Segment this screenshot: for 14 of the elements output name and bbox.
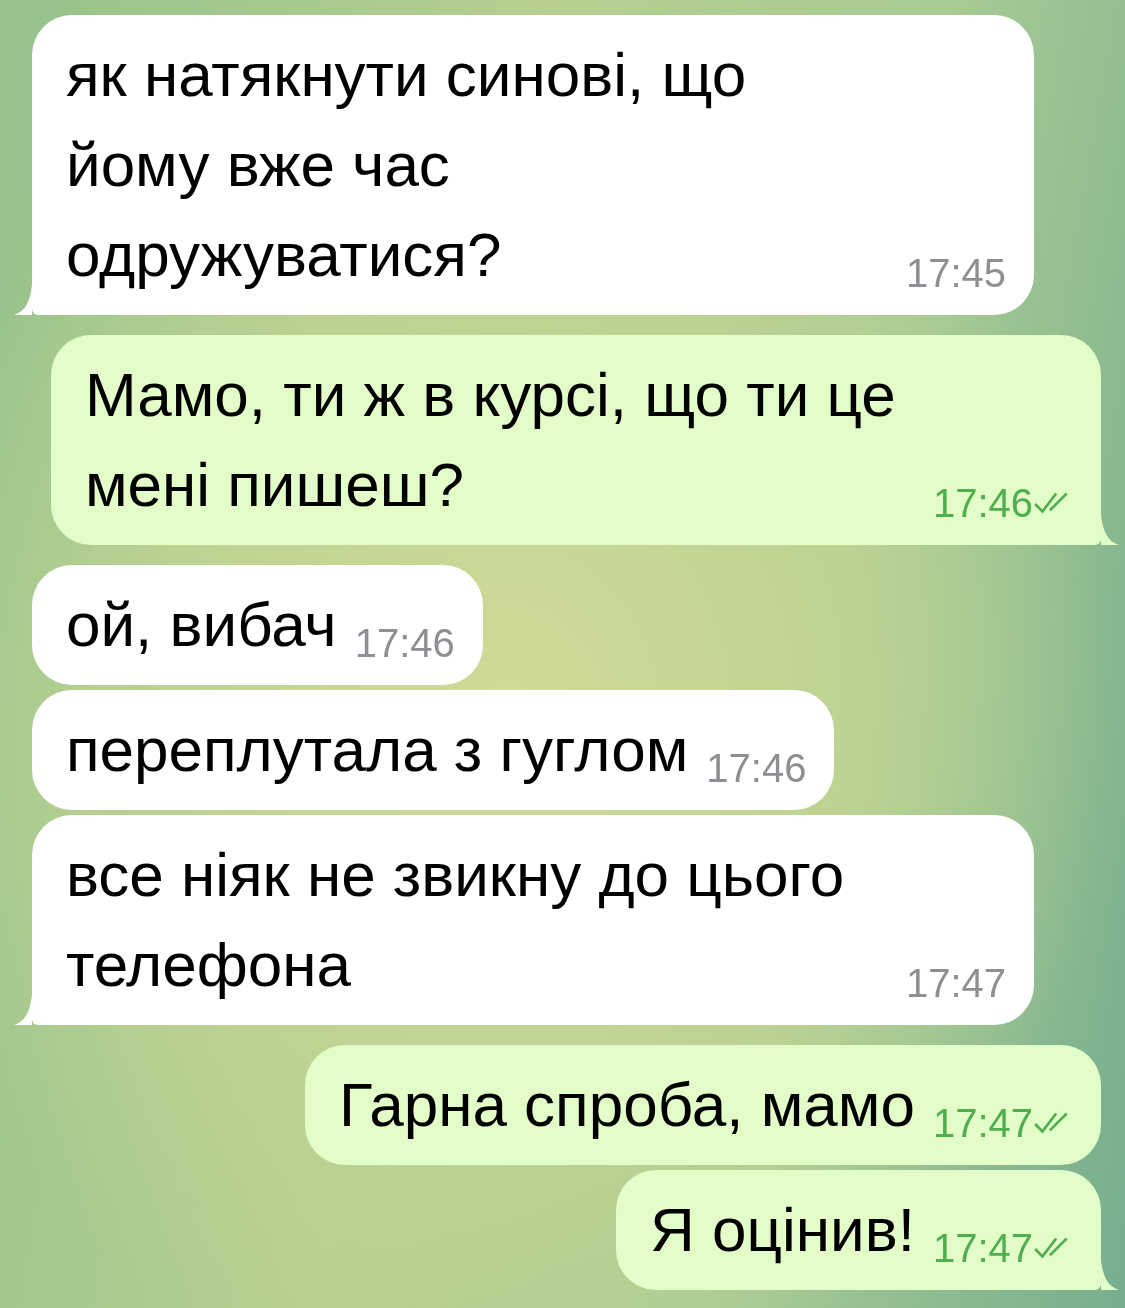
message-text: як натякнути синові, що йому вже час одружуватися? [66,39,748,291]
message-text: ой, вибач [66,589,337,661]
message-time: 17:45 [906,250,1007,297]
message-time: 17:47 [932,1100,1033,1147]
message-time: 17:46 [354,620,455,667]
message-text: все ніяк не звикну до цього телефона [66,839,846,1001]
message-text: Гарна спроба, мамо [339,1069,915,1141]
message-time: 17:46 [706,745,807,792]
message-time: 17:46 [932,480,1033,527]
message-time: 17:47 [932,1225,1033,1272]
message-text: Я оцінив! [650,1194,915,1266]
message-text: переплутала з гуглом [66,714,689,786]
message-time: 17:47 [906,960,1007,1007]
message-text: Мамо, ти ж в курсі, що ти це мені пишеш? [84,359,897,521]
